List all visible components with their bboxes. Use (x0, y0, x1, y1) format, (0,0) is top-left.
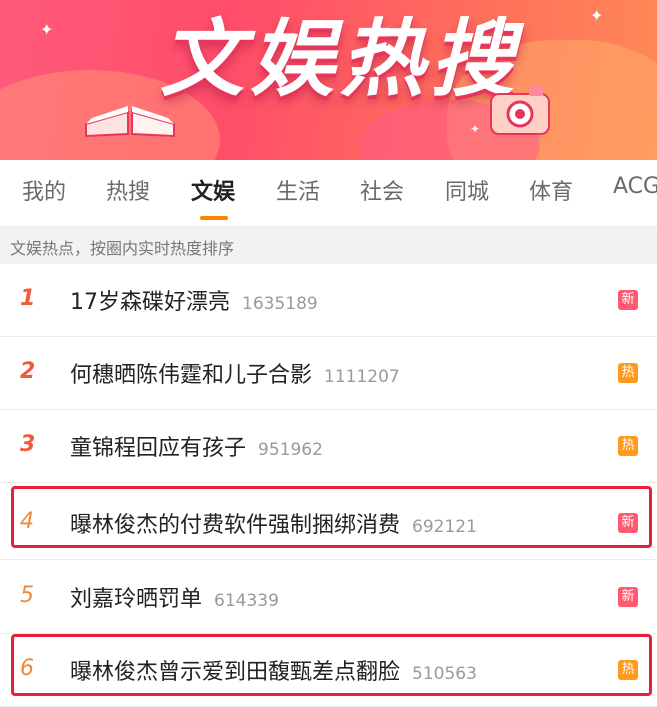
hot-search-title: 17岁森碟好漂亮 1635189 (70, 284, 318, 316)
sparkle-icon: ✦ (470, 122, 481, 136)
active-tab-indicator (200, 216, 228, 220)
camera-icon (490, 86, 550, 135)
hot-badge: 热 (618, 436, 638, 456)
title-text: 17岁森碟好漂亮 (70, 290, 230, 315)
category-tabs: 我的 热搜 文娱 生活 社会 同城 体育 ACG (0, 160, 657, 226)
heat-count: 1635189 (242, 294, 318, 314)
banner: ✦ ✦ ✦ 文娱热搜 (0, 0, 657, 160)
rank-number: 1 (20, 286, 36, 311)
sparkle-icon: ✦ (40, 20, 54, 39)
new-badge: 新 (618, 587, 638, 607)
tab-society[interactable]: 社会 (360, 174, 404, 206)
rank-number: 5 (20, 583, 34, 608)
title-text: 童锦程回应有孩子 (70, 436, 247, 461)
hot-search-title: 刘嘉玲晒罚单 614339 (70, 581, 279, 613)
list-subtitle: 文娱热点，按圈内实时热度排序 (10, 239, 235, 258)
heat-count: 1111207 (324, 367, 400, 387)
hot-search-row-2[interactable]: 2 何穗晒陈伟霆和儿子合影 1111207 热 (0, 337, 657, 410)
highlight-box (11, 634, 652, 696)
heat-count: 614339 (214, 591, 279, 611)
highlight-box (11, 486, 652, 548)
heat-count: 951962 (258, 440, 323, 460)
hot-badge: 热 (618, 363, 638, 383)
rank-number: 3 (20, 432, 36, 457)
tab-hot-search[interactable]: 热搜 (106, 174, 150, 206)
tab-entertainment[interactable]: 文娱 (191, 174, 235, 206)
hot-search-row-1[interactable]: 1 17岁森碟好漂亮 1635189 新 (0, 264, 657, 337)
tab-sports[interactable]: 体育 (529, 174, 573, 206)
tab-acg[interactable]: ACG (613, 174, 657, 199)
title-text: 何穗晒陈伟霆和儿子合影 (70, 363, 313, 388)
title-text: 刘嘉玲晒罚单 (70, 587, 203, 612)
rank-number: 2 (20, 359, 36, 384)
sparkle-icon: ✦ (590, 6, 604, 25)
tab-local[interactable]: 同城 (445, 174, 489, 206)
hot-search-title: 童锦程回应有孩子 951962 (70, 430, 323, 462)
tab-mine[interactable]: 我的 (22, 174, 66, 206)
book-icon (85, 106, 175, 138)
hot-search-row-3[interactable]: 3 童锦程回应有孩子 951962 热 (0, 410, 657, 483)
banner-title: 文娱热搜 (159, 10, 520, 108)
hot-search-title: 何穗晒陈伟霆和儿子合影 1111207 (70, 357, 400, 389)
list-subtitle-bar: 文娱热点，按圈内实时热度排序 (0, 226, 657, 264)
tab-life[interactable]: 生活 (276, 174, 320, 206)
new-badge: 新 (618, 290, 638, 310)
hot-search-row-5[interactable]: 5 刘嘉玲晒罚单 614339 新 (0, 561, 657, 634)
